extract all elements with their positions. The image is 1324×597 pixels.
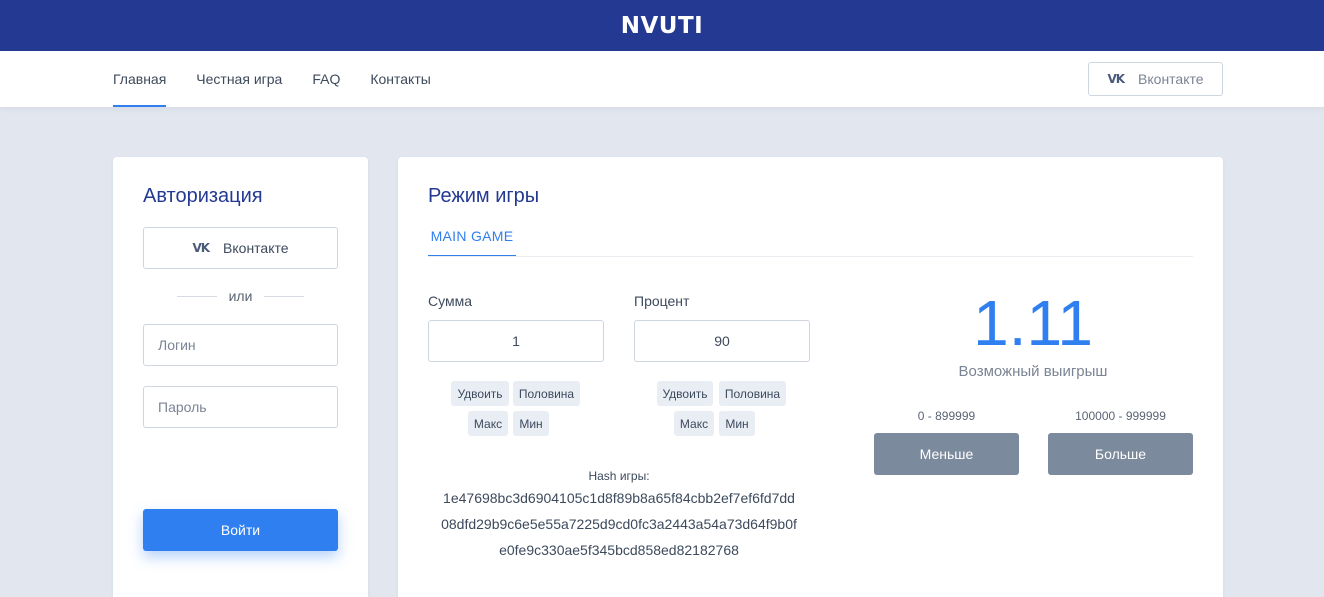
vk-icon: VK xyxy=(192,241,210,255)
auth-title: Авторизация xyxy=(143,185,263,207)
more-button[interactable]: Больше xyxy=(1048,433,1193,475)
less-button[interactable]: Меньше xyxy=(874,433,1019,475)
game-title: Режим игры xyxy=(428,185,540,207)
percent-label: Процент xyxy=(634,293,690,309)
less-range: 0 - 899999 xyxy=(917,409,976,423)
nav-link-contacts[interactable]: Контакты xyxy=(370,51,430,107)
top-header: NVUTI xyxy=(0,0,1324,51)
login-input[interactable] xyxy=(143,324,338,366)
percent-half-button[interactable]: Половина xyxy=(719,381,786,406)
hash-line: 1e47698bc3d6904105c1d8f89b8a65f84cbb2ef7… xyxy=(443,490,795,506)
divider-line xyxy=(176,295,217,297)
nav-link-faq[interactable]: FAQ xyxy=(312,51,340,107)
possible-win-value: 1.11 xyxy=(973,287,1093,359)
sum-max-button[interactable]: Макс xyxy=(468,411,508,436)
nav-link-fair-game[interactable]: Честная игра xyxy=(196,51,282,107)
percent-min-button[interactable]: Мин xyxy=(719,411,755,436)
hash-line: 08dfd29b9c6e5e55a7225d9cd0fc3a2443a54a73… xyxy=(441,516,797,532)
vk-login-label: Вконтакте xyxy=(1138,71,1204,87)
sum-half-button[interactable]: Половина xyxy=(513,381,580,406)
divider-line xyxy=(264,295,305,297)
nav-link-home[interactable]: Главная xyxy=(113,51,167,107)
vk-icon: VK xyxy=(1107,72,1125,86)
hash-line: e0fe9c330ae5f345bcd858ed82182768 xyxy=(499,542,739,558)
vk-auth-label: Вконтакте xyxy=(223,240,289,256)
nav-links: Главная Честная игра FAQ Контакты xyxy=(113,51,461,107)
login-button[interactable]: Войти xyxy=(143,509,338,551)
possible-win-label: Возможный выигрыш xyxy=(958,363,1108,380)
vk-auth-button[interactable]: VK Вконтакте xyxy=(143,227,338,269)
brand-logo[interactable]: NVUTI xyxy=(621,13,703,39)
game-card: Режим игры MAIN GAME Сумма Удвоить Полов… xyxy=(398,157,1223,597)
vk-login-button-nav[interactable]: VK Вконтакте xyxy=(1088,62,1223,96)
or-label: или xyxy=(228,288,253,304)
sum-min-button[interactable]: Мин xyxy=(513,411,549,436)
percent-max-button[interactable]: Макс xyxy=(674,411,714,436)
tab-divider xyxy=(428,256,1193,257)
or-divider: или xyxy=(143,288,338,304)
sum-input[interactable] xyxy=(428,320,604,362)
sum-double-button[interactable]: Удвоить xyxy=(451,381,509,406)
sum-label: Сумма xyxy=(428,293,472,309)
percent-double-button[interactable]: Удвоить xyxy=(657,381,713,406)
auth-card: Авторизация VK Вконтакте или Войти xyxy=(113,157,368,597)
more-range: 100000 - 999999 xyxy=(1075,409,1166,423)
percent-input[interactable] xyxy=(634,320,810,362)
tab-main-game[interactable]: MAIN GAME xyxy=(428,228,516,257)
password-input[interactable] xyxy=(143,386,338,428)
nav-bar: Главная Честная игра FAQ Контакты VK Вко… xyxy=(0,51,1324,107)
hash-title: Hash игры: xyxy=(588,469,650,483)
